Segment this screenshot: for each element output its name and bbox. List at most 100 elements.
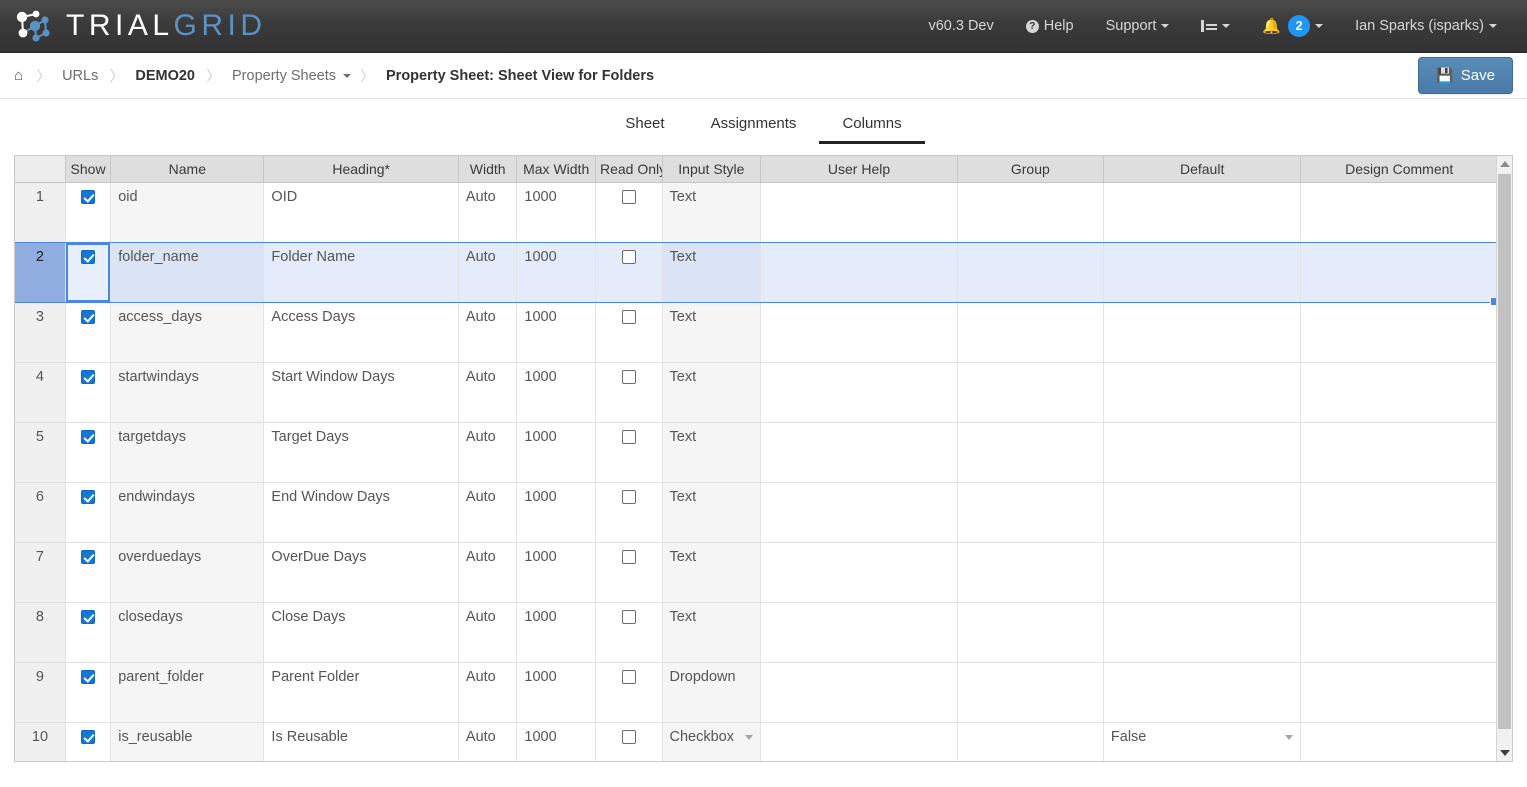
cell-max-width[interactable]: 1000 [516,302,596,363]
tab-sheet[interactable]: Sheet [602,105,687,144]
row-number-cell[interactable]: 9 [15,662,66,723]
cell-show[interactable] [65,182,112,243]
cell-heading[interactable]: End Window Days [263,482,459,543]
cell-name[interactable]: parent_folder [110,662,265,723]
cell-group[interactable] [957,242,1104,303]
cell-name[interactable]: closedays [110,602,265,663]
cell-heading[interactable]: OID [263,182,459,243]
row-number-cell[interactable]: 6 [15,482,66,543]
help-link[interactable]: ? Help [1010,0,1090,53]
table-row[interactable]: 5 targetdays Target Days Auto 1000 Text [15,422,1498,483]
cell-default[interactable] [1103,602,1302,663]
cell-read-only[interactable] [595,302,663,363]
cell-input-style[interactable]: Text [662,182,762,243]
col-header-default[interactable]: Default [1103,156,1302,183]
cell-read-only[interactable] [595,722,663,761]
cell-max-width[interactable]: 1000 [516,662,596,723]
cell-name[interactable]: overduedays [110,542,265,603]
cell-design-comment[interactable] [1300,422,1498,483]
read-only-checkbox[interactable] [621,729,636,744]
cell-width[interactable]: Auto [458,302,518,363]
cell-width[interactable]: Auto [458,422,518,483]
cell-user-help[interactable] [760,362,958,423]
cell-show[interactable] [65,662,112,723]
chevron-down-icon[interactable] [343,73,351,78]
table-row[interactable]: 9 parent_folder Parent Folder Auto 1000 Dropd… [15,662,1498,723]
row-number-cell[interactable]: 10 [15,722,66,761]
cell-user-help[interactable] [760,722,958,761]
cell-show[interactable] [65,602,112,663]
tab-assignments[interactable]: Assignments [688,105,820,144]
user-menu[interactable]: Ian Sparks (isparks) [1339,0,1513,53]
cell-group[interactable] [957,542,1104,603]
cell-heading[interactable]: Close Days [263,602,459,663]
cell-show[interactable] [65,482,112,543]
cell-design-comment[interactable] [1300,542,1498,603]
table-row[interactable]: 8 closedays Close Days Auto 1000 Text [15,602,1498,663]
table-row[interactable]: 2 folder_name Folder Name Auto 1000 Text [15,242,1498,303]
cell-input-style[interactable]: Text [662,602,762,663]
list-menu[interactable] [1185,0,1246,53]
col-header-design-comment[interactable]: Design Comment [1300,156,1498,183]
cell-user-help[interactable] [760,182,958,243]
read-only-checkbox[interactable] [621,549,636,564]
cell-width[interactable]: Auto [458,242,518,303]
breadcrumb-item-property-sheets[interactable]: Property Sheets [230,68,338,84]
cell-width[interactable]: Auto [458,722,518,761]
cell-read-only[interactable] [595,422,663,483]
read-only-checkbox[interactable] [621,369,636,384]
cell-width[interactable]: Auto [458,362,518,423]
cell-read-only[interactable] [595,362,663,423]
brand-logo-group[interactable]: TRIALGRID [12,9,267,43]
row-number-cell[interactable]: 4 [15,362,66,423]
col-header-heading[interactable]: Heading* [263,156,459,183]
cell-width[interactable]: Auto [458,662,518,723]
cell-design-comment[interactable] [1300,242,1498,303]
show-checkbox[interactable] [81,369,96,384]
cell-read-only[interactable] [595,542,663,603]
cell-show[interactable] [65,362,112,423]
cell-input-style[interactable]: Text [662,482,762,543]
row-number-cell[interactable]: 7 [15,542,66,603]
read-only-checkbox[interactable] [621,489,636,504]
cell-input-style[interactable]: Text [662,242,762,303]
show-checkbox[interactable] [81,729,96,744]
col-header-corner[interactable] [15,156,66,183]
cell-group[interactable] [957,182,1104,243]
cell-group[interactable] [957,302,1104,363]
cell-heading[interactable]: Folder Name [263,242,459,303]
cell-max-width[interactable]: 1000 [516,422,596,483]
cell-input-style[interactable]: Text [662,302,762,363]
cell-group[interactable] [957,482,1104,543]
cell-show[interactable] [65,542,112,603]
cell-width[interactable]: Auto [458,542,518,603]
cell-read-only[interactable] [595,182,663,243]
cell-max-width[interactable]: 1000 [516,242,596,303]
cell-name[interactable]: is_reusable [110,722,265,761]
cell-user-help[interactable] [760,242,958,303]
table-row[interactable]: 1 oid OID Auto 1000 Text [15,182,1498,243]
table-row[interactable]: 4 startwindays Start Window Days Auto 1000 Te… [15,362,1498,423]
col-header-show[interactable]: Show [65,156,112,183]
cell-design-comment[interactable] [1300,602,1498,663]
cell-width[interactable]: Auto [458,482,518,543]
cell-default[interactable] [1103,182,1302,243]
cell-design-comment[interactable] [1300,722,1498,761]
read-only-checkbox[interactable] [621,249,636,264]
cell-show[interactable] [65,302,112,363]
cell-user-help[interactable] [760,542,958,603]
row-number-cell[interactable]: 1 [15,182,66,243]
cell-name[interactable]: targetdays [110,422,265,483]
cell-width[interactable]: Auto [458,602,518,663]
grid-vertical-scrollbar[interactable] [1496,156,1512,761]
cell-input-style[interactable]: Text [662,542,762,603]
cell-default[interactable] [1103,542,1302,603]
table-row[interactable]: 10 is_reusable Is Reusable Auto 1000 Checkbox… [15,722,1498,761]
scroll-thumb[interactable] [1498,174,1511,729]
show-checkbox[interactable] [81,489,96,504]
read-only-checkbox[interactable] [621,669,636,684]
scroll-up-arrow[interactable] [1497,156,1512,172]
row-number-cell[interactable]: 3 [15,302,66,363]
breadcrumb-item-demo20[interactable]: DEMO20 [133,68,197,84]
read-only-checkbox[interactable] [621,609,636,624]
